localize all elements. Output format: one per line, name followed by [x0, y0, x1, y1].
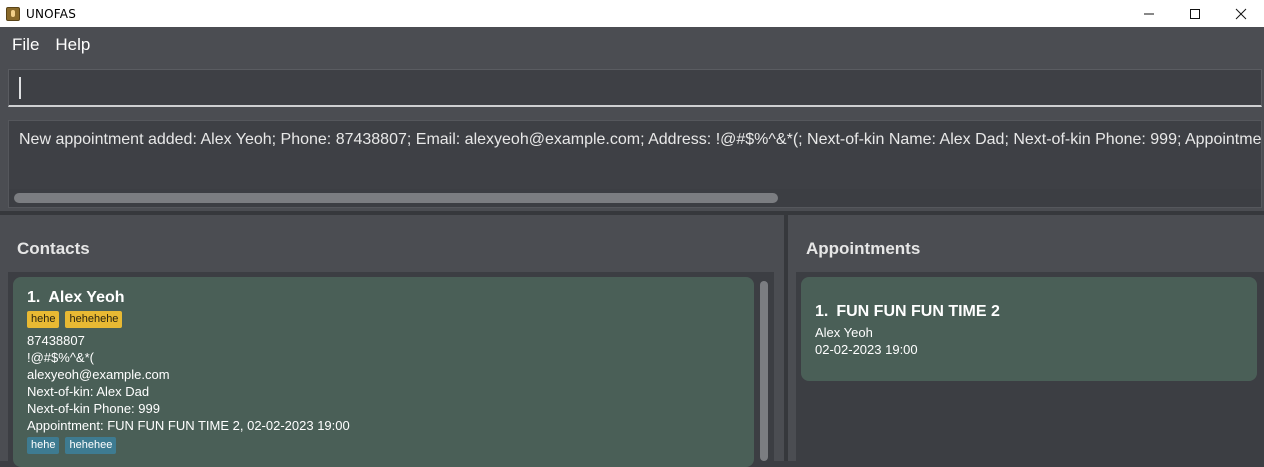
contact-address: !@#$%^&*( — [27, 350, 94, 365]
appointment-header: 1. FUN FUN FUN TIME 2 — [815, 303, 1000, 321]
maximize-icon — [1190, 8, 1200, 19]
menu-bar: File Help — [0, 27, 1264, 63]
minimize-button[interactable] — [1126, 0, 1172, 27]
contact-nok-name: Next-of-kin: Alex Dad — [27, 384, 150, 399]
appointment-index: 1. — [815, 303, 829, 320]
tag-badge: hehe — [27, 311, 60, 328]
menu-help[interactable]: Help — [47, 35, 98, 55]
result-section: New appointment added: Alex Yeoh; Phone:… — [0, 114, 1264, 211]
tag-badge: hehehee — [65, 437, 117, 454]
appointments-list: 1. FUN FUN FUN TIME 2 Alex Yeoh 02-02-202… — [796, 272, 1264, 461]
minimize-icon — [1144, 13, 1154, 14]
horizontal-scroll-thumb[interactable] — [14, 193, 778, 203]
contact-email: alexyeoh@example.com — [27, 367, 170, 382]
app-icon — [6, 6, 20, 21]
appointment-card[interactable]: 1. FUN FUN FUN TIME 2 Alex Yeoh 02-02-202… — [801, 277, 1257, 381]
contact-name: Alex Yeoh — [48, 289, 125, 306]
contacts-list: 1. Alex Yeoh hehe hehehehe 87438807 !@#$%… — [8, 272, 774, 467]
contacts-title: Contacts — [17, 239, 90, 258]
maximize-button[interactable] — [1172, 0, 1218, 27]
appointment-datetime: 02-02-2023 19:00 — [815, 342, 918, 357]
tag-badge: hehehehe — [65, 311, 123, 328]
tag-badge: hehe — [27, 437, 60, 454]
result-message: New appointment added: Alex Yeoh; Phone:… — [19, 131, 1262, 148]
horizontal-scrollbar[interactable] — [9, 189, 1261, 207]
appointments-title: Appointments — [806, 239, 921, 258]
contacts-vertical-scrollbar[interactable] — [758, 277, 770, 461]
contact-tags: hehe hehehehe — [27, 311, 123, 328]
command-input[interactable] — [8, 69, 1262, 107]
result-display[interactable]: New appointment added: Alex Yeoh; Phone:… — [8, 120, 1262, 208]
window-title: UNOFAS — [26, 6, 77, 21]
close-button[interactable] — [1218, 0, 1264, 27]
contacts-panel: Contacts 1. Alex Yeoh hehe hehehehe 87438… — [0, 215, 784, 467]
contact-index: 1. — [27, 289, 41, 306]
window-controls — [1126, 0, 1264, 27]
contact-phone: 87438807 — [27, 333, 85, 348]
contact-header: 1. Alex Yeoh — [27, 289, 125, 307]
appointment-title: FUN FUN FUN TIME 2 — [836, 303, 1000, 320]
close-icon — [1235, 8, 1247, 19]
contacts-scroll-thumb[interactable] — [760, 281, 768, 461]
appointment-tags: hehe hehehee — [27, 437, 117, 454]
contact-appointment: Appointment: FUN FUN FUN TIME 2, 02-02-2… — [27, 418, 350, 433]
appointments-panel: Appointments 1. FUN FUN FUN TIME 2 Alex Y… — [788, 215, 1264, 461]
text-caret — [19, 77, 21, 99]
title-bar: UNOFAS — [0, 0, 1264, 27]
contact-card[interactable]: 1. Alex Yeoh hehe hehehehe 87438807 !@#$%… — [13, 277, 754, 467]
menu-file[interactable]: File — [4, 35, 47, 55]
command-section — [0, 63, 1264, 114]
appointment-person: Alex Yeoh — [815, 325, 873, 340]
contact-nok-phone: Next-of-kin Phone: 999 — [27, 401, 160, 416]
